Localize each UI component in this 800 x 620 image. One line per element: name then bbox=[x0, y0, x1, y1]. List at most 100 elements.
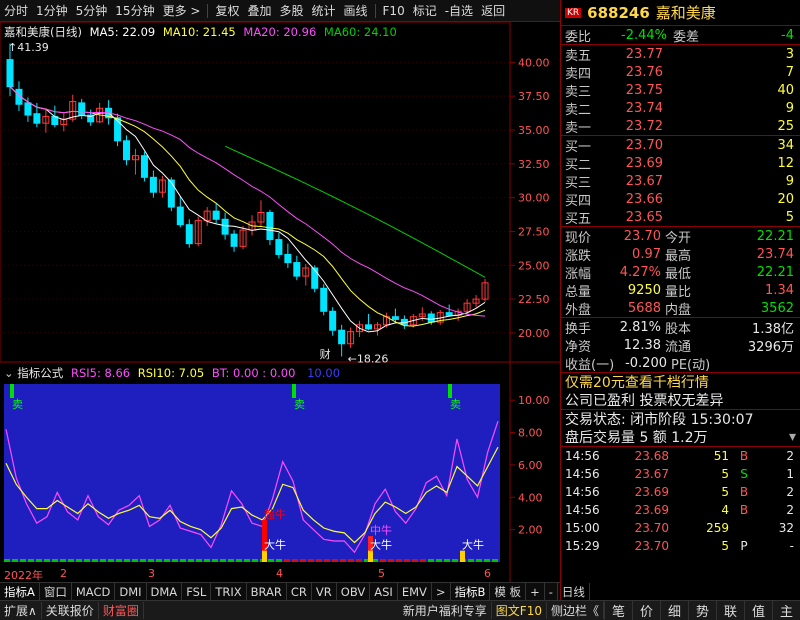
toolbar-button-0[interactable]: 分时 bbox=[0, 2, 32, 19]
indicator-tabs: 指标A 窗口 MACD DMI DMA FSL TRIX BRAR CR VR OBV ASI EMV >… bbox=[0, 582, 590, 601]
panel-tab-1[interactable]: 价 bbox=[632, 601, 660, 620]
stock-header: KR 688246 嘉和美康 bbox=[561, 0, 800, 26]
scroll-arrow-icon[interactable]: ▾ bbox=[789, 429, 796, 445]
book-row[interactable]: 卖二 23.74 9 bbox=[561, 99, 800, 118]
panel-tab-0[interactable]: 笔 bbox=[604, 601, 632, 620]
indicator-tab-7[interactable]: BRAR bbox=[247, 582, 287, 601]
tick-price: 23.68 bbox=[634, 449, 669, 463]
toolbar-button-13[interactable]: 返回 bbox=[477, 2, 509, 19]
ad-line-2[interactable]: 公司已盈利 投票权无差异 bbox=[561, 391, 800, 409]
book-row[interactable]: 买一 23.70 34 bbox=[561, 136, 800, 155]
indicator-tab-17[interactable]: - bbox=[545, 582, 558, 601]
tick-time: 15:29 bbox=[565, 539, 600, 553]
indicator-tab-8[interactable]: CR bbox=[287, 582, 312, 601]
bottom-mid-button-2[interactable]: 侧边栏《 bbox=[547, 602, 604, 619]
indicator-tab-0[interactable]: 指标A bbox=[0, 582, 40, 601]
signal-strip-block bbox=[116, 559, 122, 562]
signal-strip-block bbox=[140, 559, 146, 562]
indicator-tab-1[interactable]: 窗口 bbox=[40, 582, 72, 601]
ma-line-ma20 bbox=[9, 86, 486, 317]
kline-chart-svg[interactable]: 40.00 37.50 35.00 32.50 30.00 27.50 25.00 22.50… bbox=[0, 21, 560, 592]
stat-row: 换手 2.81% 股本 1.38亿 bbox=[561, 318, 800, 337]
chart-area[interactable]: 40.00 37.50 35.00 32.50 30.00 27.50 25.00 22.50… bbox=[0, 21, 560, 592]
collapse-icon[interactable]: ⌄ bbox=[4, 366, 14, 380]
toolbar-button-10[interactable]: F10 bbox=[379, 4, 409, 18]
indicator-tab-9[interactable]: VR bbox=[312, 582, 337, 601]
top-toolbar: 分时 1分钟 5分钟 15分钟 更多 > 复权 叠加 多股 统计 画线 F10 标记 -自选 返回 bbox=[0, 0, 560, 22]
toolbar-button-3[interactable]: 15分钟 bbox=[111, 2, 158, 19]
book-row[interactable]: 买三 23.67 9 bbox=[561, 172, 800, 191]
buy-signal-label: 中牛 bbox=[370, 523, 392, 537]
panel-tab-3[interactable]: 势 bbox=[688, 601, 716, 620]
book-row[interactable]: 买二 23.69 12 bbox=[561, 154, 800, 173]
toolbar-button-2[interactable]: 5分钟 bbox=[72, 2, 112, 19]
book-volume: 3 bbox=[785, 46, 794, 62]
toolbar-button-1[interactable]: 1分钟 bbox=[32, 2, 72, 19]
tick-row: 15:29 23.70 5 P - bbox=[561, 537, 800, 555]
stat-value: 23.70 bbox=[623, 228, 661, 244]
indicator-tab-16[interactable]: + bbox=[526, 582, 545, 601]
book-row[interactable]: 卖一 23.72 25 bbox=[561, 117, 800, 136]
signal-strip-block bbox=[156, 559, 162, 562]
book-price: 23.72 bbox=[625, 118, 663, 134]
bottom-left-button-0[interactable]: 扩展∧ bbox=[0, 602, 42, 619]
panel-tab-6[interactable]: 主 bbox=[772, 601, 800, 620]
y-tick-label: 27.50 bbox=[518, 225, 550, 238]
toolbar-button-5[interactable]: 复权 bbox=[211, 2, 243, 19]
panel-tab-4[interactable]: 联 bbox=[716, 601, 744, 620]
book-row[interactable]: 买五 23.65 5 bbox=[561, 208, 800, 227]
toolbar-button-8[interactable]: 统计 bbox=[308, 2, 340, 19]
panel-tab-2[interactable]: 细 bbox=[660, 601, 688, 620]
indicator-tab-10[interactable]: OBV bbox=[337, 582, 371, 601]
bottom-left-button-2[interactable]: 财富圈 bbox=[99, 602, 144, 619]
indicator-tab-4[interactable]: DMA bbox=[147, 582, 183, 601]
stat-value: 0.97 bbox=[632, 246, 661, 262]
toolbar-button-12[interactable]: -自选 bbox=[441, 2, 477, 19]
signal-strip-block bbox=[356, 559, 362, 562]
indicator-title[interactable]: 指标公式 bbox=[17, 366, 63, 380]
signal-strip-block bbox=[324, 559, 330, 562]
indicator-tab-13[interactable]: > bbox=[432, 582, 451, 601]
candle-body bbox=[24, 102, 32, 116]
indicator-tab-11[interactable]: ASI bbox=[370, 582, 398, 601]
tick-volume: 5 bbox=[721, 485, 729, 499]
book-label: 买三 bbox=[565, 175, 592, 191]
indicator-tab-3[interactable]: DMI bbox=[115, 582, 147, 601]
signal-strip-block bbox=[252, 559, 258, 562]
bottom-bar: 扩展∧ 关联报价 财富圈 新用户福利专享 图文F10 侧边栏《笔价细势联值主 bbox=[0, 600, 800, 620]
toolbar-button-6[interactable]: 叠加 bbox=[243, 2, 275, 19]
indicator-tab-12[interactable]: EMV bbox=[398, 582, 432, 601]
signal-strip-block bbox=[20, 559, 26, 562]
book-row[interactable]: 卖四 23.76 7 bbox=[561, 63, 800, 82]
candle-body bbox=[365, 324, 373, 330]
indicator-tab-15[interactable]: 模 板 bbox=[490, 582, 527, 601]
stat-row: 外盘 5688 内盘 3562 bbox=[561, 299, 800, 318]
bottom-mid-button-1[interactable]: 图文F10 bbox=[492, 602, 547, 619]
ad-text-1[interactable]: 仅需20元查看千档行情 bbox=[565, 372, 709, 392]
panel-tab-5[interactable]: 值 bbox=[744, 601, 772, 620]
ad-text-2[interactable]: 公司已盈利 投票权无差异 bbox=[565, 390, 723, 410]
book-row[interactable]: 买四 23.66 20 bbox=[561, 190, 800, 209]
weibi-value: -2.44% bbox=[621, 27, 667, 43]
tick-count: 1 bbox=[786, 467, 794, 481]
stat-label: 涨跌 bbox=[565, 248, 592, 264]
toolbar-button-9[interactable]: 画线 bbox=[340, 2, 372, 19]
tick-price: 23.69 bbox=[634, 503, 669, 517]
book-volume: 25 bbox=[777, 118, 794, 134]
book-row[interactable]: 卖三 23.75 40 bbox=[561, 81, 800, 100]
bottom-mid-button-0[interactable]: 新用户福利专享 bbox=[399, 602, 492, 619]
ad-line-1[interactable]: 仅需20元查看千档行情 bbox=[561, 373, 800, 391]
book-label: 卖五 bbox=[565, 48, 592, 64]
indicator-tab-2[interactable]: MACD bbox=[72, 582, 116, 601]
toolbar-button-11[interactable]: 标记 bbox=[409, 2, 441, 19]
signal-strip-block bbox=[28, 559, 34, 562]
stat-label: 今开 bbox=[665, 230, 692, 246]
toolbar-button-4[interactable]: 更多 > bbox=[159, 2, 205, 19]
indicator-tab-5[interactable]: FSL bbox=[182, 582, 212, 601]
toolbar-button-7[interactable]: 多股 bbox=[275, 2, 307, 19]
bottom-left-button-1[interactable]: 关联报价 bbox=[42, 602, 99, 619]
signal-strip-block bbox=[380, 559, 386, 562]
indicator-tab-6[interactable]: TRIX bbox=[211, 582, 247, 601]
book-row[interactable]: 卖五 23.77 3 bbox=[561, 45, 800, 64]
indicator-tab-14[interactable]: 指标B bbox=[451, 582, 491, 601]
